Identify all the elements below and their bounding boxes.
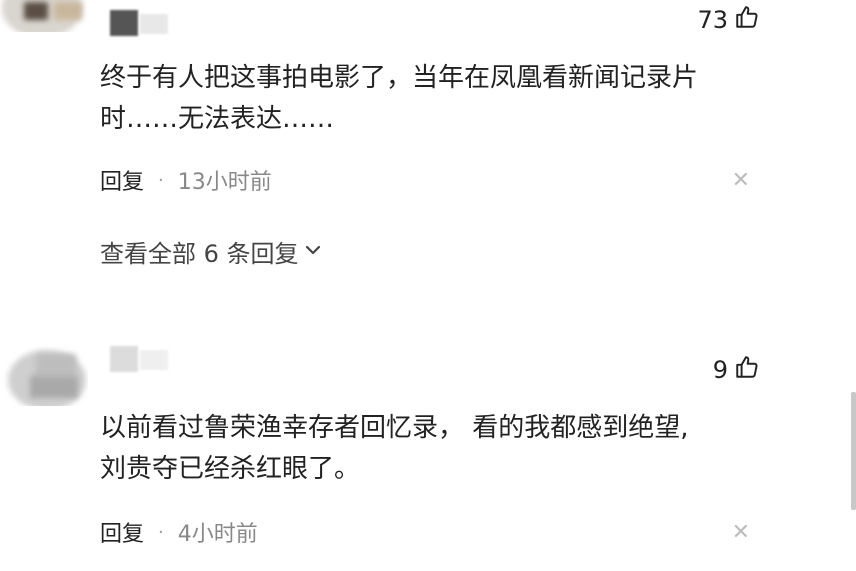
like-button[interactable]: 9 xyxy=(713,354,760,386)
thumbs-up-icon xyxy=(734,354,760,386)
comment-text-line: 终于有人把这事拍电影了，当年在凤凰看新闻记录片 xyxy=(100,63,699,93)
reply-button[interactable]: 回复 xyxy=(100,516,144,548)
avatar[interactable] xyxy=(0,0,88,32)
separator-dot: · xyxy=(158,521,164,543)
close-icon[interactable]: ✕ xyxy=(732,168,750,193)
like-count: 9 xyxy=(712,356,728,384)
comment-meta: 回复 · 4小时前 xyxy=(100,516,258,548)
view-replies-label: 查看全部 6 条回复 xyxy=(100,240,299,268)
username[interactable] xyxy=(110,346,170,372)
chevron-down-icon xyxy=(303,238,323,266)
comment-meta: 回复 · 13小时前 xyxy=(100,164,272,196)
reply-button[interactable]: 回复 xyxy=(100,164,144,196)
comment-text-line: 刘贵夺已经杀红眼了。 xyxy=(100,454,361,484)
comment-item: 73 终于有人把这事拍电影了，当年在凤凰看新闻记录片 时……无法表达…… 回复 … xyxy=(0,0,840,300)
comment-text: 以前看过鲁荣渔幸存者回忆录， 看的我都感到绝望, 刘贵夺已经杀红眼了。 xyxy=(100,408,760,490)
comment-item: 9 以前看过鲁荣渔幸存者回忆录， 看的我都感到绝望, 刘贵夺已经杀红眼了。 回复… xyxy=(0,338,840,571)
username[interactable] xyxy=(110,10,170,36)
close-icon[interactable]: ✕ xyxy=(732,520,750,545)
comment-text-line: 时……无法表达…… xyxy=(100,104,335,134)
timestamp: 4小时前 xyxy=(177,522,258,547)
like-count: 73 xyxy=(697,6,728,34)
timestamp: 13小时前 xyxy=(177,170,272,195)
comment-text-line: 以前看过鲁荣渔幸存者回忆录， 看的我都感到绝望, xyxy=(100,413,689,443)
view-replies-button[interactable]: 查看全部 6 条回复 xyxy=(100,234,323,269)
like-button[interactable]: 73 xyxy=(697,4,760,36)
comment-text: 终于有人把这事拍电影了，当年在凤凰看新闻记录片 时……无法表达…… xyxy=(100,58,760,140)
separator-dot: · xyxy=(158,169,164,191)
thumbs-up-icon xyxy=(734,4,760,36)
scrollbar[interactable] xyxy=(851,392,856,510)
avatar[interactable] xyxy=(0,346,88,406)
comment-list: 73 终于有人把这事拍电影了，当年在凤凰看新闻记录片 时……无法表达…… 回复 … xyxy=(0,0,856,571)
